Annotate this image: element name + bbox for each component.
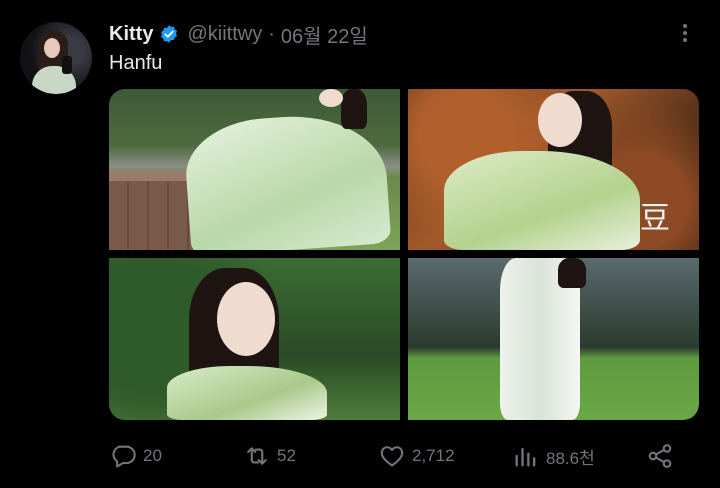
photo-3[interactable] <box>109 258 400 420</box>
reply-icon <box>112 445 136 468</box>
share-icon <box>648 444 672 468</box>
tweet-text: Hanfu <box>109 52 163 74</box>
retweet-button[interactable]: 52 <box>243 440 296 472</box>
views-count: 88.6천 <box>546 448 595 468</box>
verified-badge-icon <box>159 24 179 44</box>
avatar[interactable] <box>20 22 92 94</box>
author-name[interactable]: Kitty <box>109 23 153 46</box>
reply-count: 20 <box>143 446 162 465</box>
views-button[interactable]: 88.6천 <box>512 440 595 472</box>
author-handle[interactable]: @kiittwy <box>187 23 262 46</box>
retweet-count: 52 <box>277 446 296 465</box>
retweet-icon <box>247 447 267 465</box>
views-icon <box>515 447 536 467</box>
reply-button[interactable]: 20 <box>109 440 162 472</box>
tweet-header: Kitty @kiittwy · 06월 22일 <box>109 20 368 49</box>
like-button[interactable]: 2,712 <box>378 440 455 472</box>
tweet[interactable]: Kitty @kiittwy · 06월 22일 Hanfu 豆 20 52 2… <box>0 0 720 488</box>
heart-icon <box>380 446 404 467</box>
media-grid: 豆 <box>109 89 699 420</box>
more-options-icon[interactable] <box>676 22 694 44</box>
photo-4[interactable] <box>408 258 699 420</box>
svg-text:豆: 豆 <box>640 201 670 236</box>
tweet-date[interactable]: 06월 22일 <box>281 20 368 49</box>
stamp-icon: 豆 <box>640 201 670 236</box>
photo-1[interactable] <box>109 89 400 250</box>
like-count: 2,712 <box>412 446 455 465</box>
separator-dot: · <box>268 22 275 45</box>
tweet-actions: 20 52 2,712 88.6천 <box>109 440 699 472</box>
share-button[interactable] <box>646 440 674 472</box>
photo-2[interactable]: 豆 <box>408 89 699 250</box>
